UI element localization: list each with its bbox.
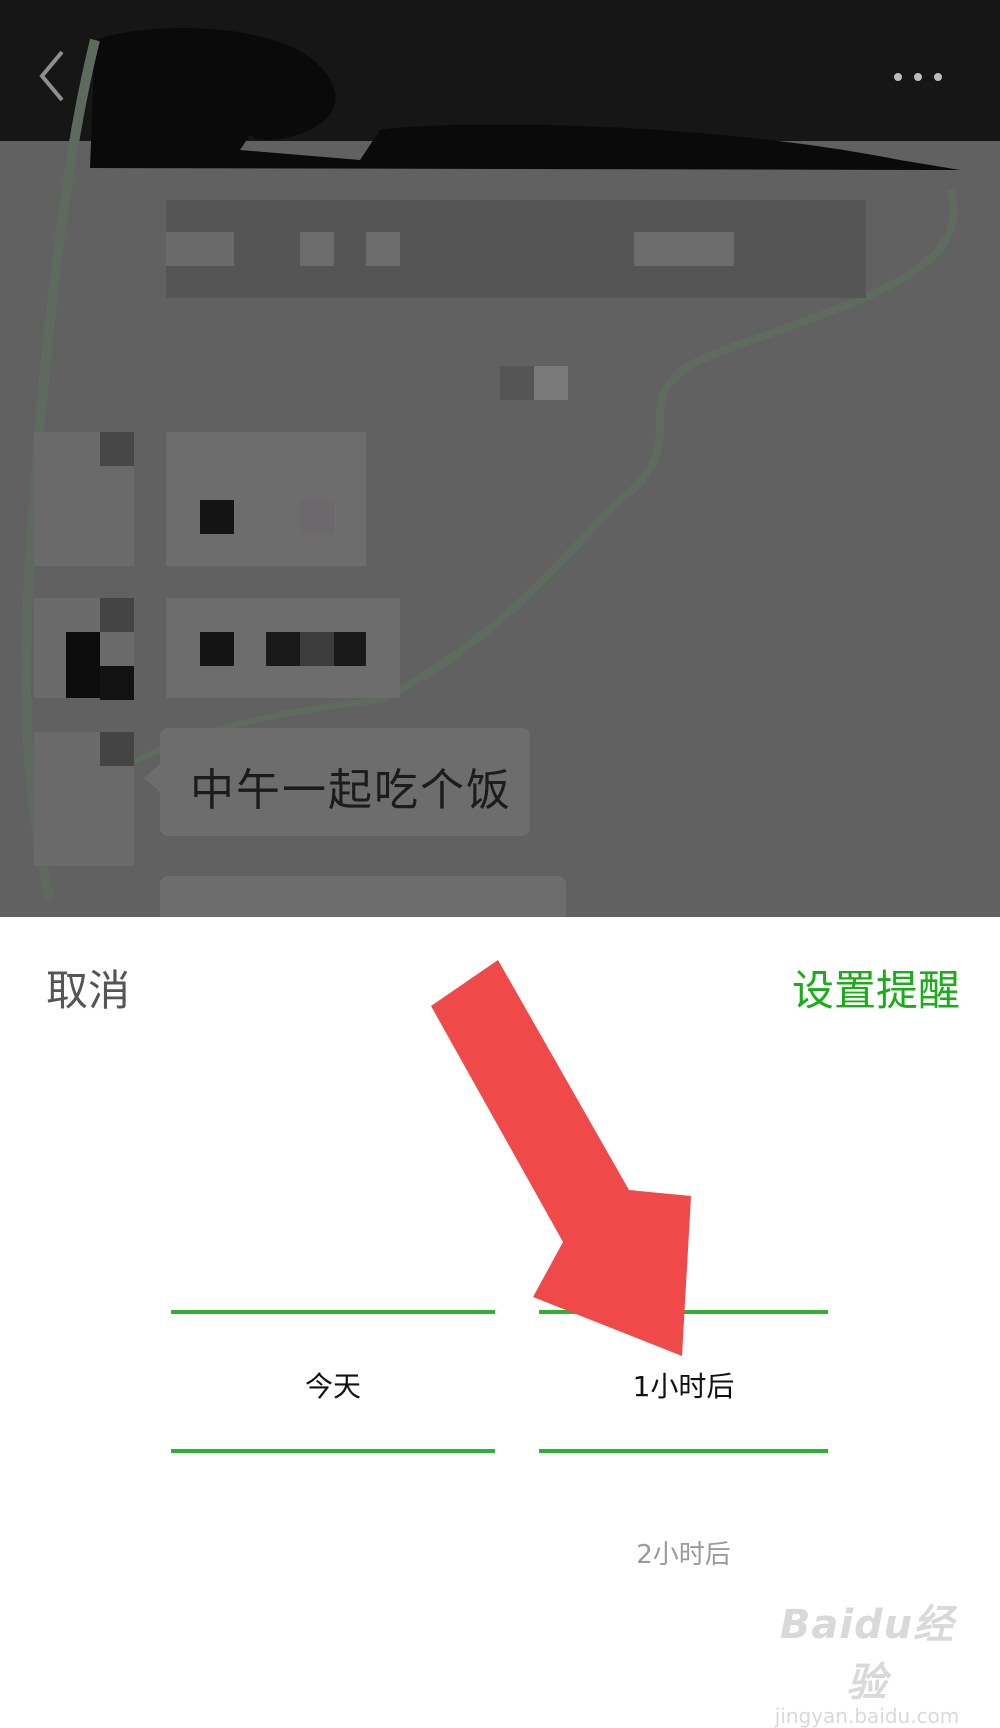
avatar-redacted	[100, 598, 134, 632]
day-picker-wheel[interactable]: 今天	[171, 917, 495, 1716]
reminder-sheet: 取消 设置提醒 今天 1小时后 2小时后	[0, 917, 1000, 1716]
day-option-selected[interactable]: 今天	[171, 1365, 495, 1405]
cancel-button[interactable]: 取消	[46, 957, 130, 1018]
message-bubble-partial	[160, 876, 566, 917]
picker-bottom-line	[539, 1449, 828, 1453]
picker-bottom-line	[171, 1449, 495, 1453]
redacted-block	[366, 232, 400, 266]
redacted-timestamp	[500, 366, 534, 400]
avatar-redacted	[66, 632, 100, 698]
time-picker-wheel[interactable]: 1小时后 2小时后	[539, 917, 828, 1716]
redacted-block	[200, 632, 234, 666]
redacted-block	[200, 500, 234, 534]
time-option-selected[interactable]: 1小时后	[539, 1365, 828, 1405]
redacted-block	[300, 632, 334, 666]
time-option-next[interactable]: 2小时后	[539, 1534, 828, 1571]
avatar-redacted	[100, 666, 134, 700]
avatar-redacted	[100, 732, 134, 766]
message-bubble[interactable]: 中午一起吃个饭	[144, 728, 530, 836]
chat-screen-dimmed: 中午一起吃个饭	[0, 0, 1000, 917]
redacted-notice	[166, 200, 866, 298]
redacted-block	[634, 232, 734, 266]
redacted-block	[166, 232, 234, 266]
redacted-block	[300, 232, 334, 266]
message-text: 中午一起吃个饭	[190, 765, 512, 816]
redacted-timestamp	[534, 366, 568, 400]
message-bubble-redacted	[166, 432, 366, 566]
redacted-block	[300, 500, 334, 534]
picker-top-line	[171, 1310, 495, 1314]
avatar-redacted	[100, 432, 134, 466]
picker-top-line	[539, 1310, 828, 1314]
